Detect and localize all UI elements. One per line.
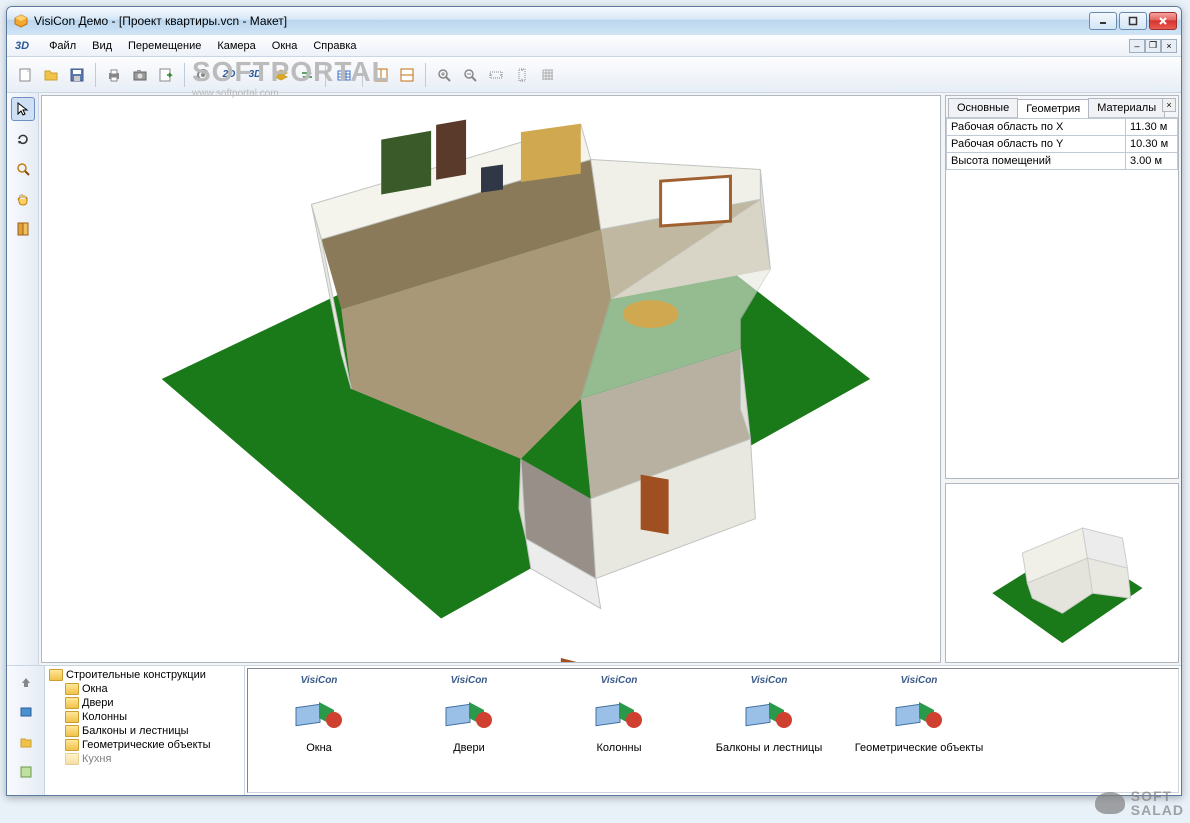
toggle-grid-button[interactable] [536, 63, 560, 87]
close-button[interactable] [1149, 12, 1177, 30]
lib-thumb-icon [587, 690, 651, 738]
folder-icon [49, 669, 63, 681]
titlebar: VisiCon Демо - [Проект квартиры.vcn - Ма… [7, 7, 1181, 35]
tree-item-columns[interactable]: Колонны [47, 710, 242, 724]
window-layout-b-button[interactable] [395, 63, 419, 87]
window-title: VisiCon Демо - [Проект квартиры.vcn - Ма… [34, 14, 1089, 28]
lib-thumb-icon [437, 690, 501, 738]
lib-item-windows[interactable]: VisiCon Окна [254, 675, 384, 786]
library-tree[interactable]: Строительные конструкции Окна Двери Коло… [45, 666, 245, 795]
zoom-in-button[interactable] [432, 63, 456, 87]
tab-geometry[interactable]: Геометрия [1017, 99, 1089, 118]
pan-tool-button[interactable] [11, 187, 35, 211]
lib-thumb-icon [287, 690, 351, 738]
mode-2d-button[interactable]: 2D [217, 63, 241, 87]
lib-view-button[interactable] [14, 700, 38, 724]
folder-icon [65, 725, 79, 737]
settings-button[interactable] [191, 63, 215, 87]
tree-item-doors[interactable]: Двери [47, 696, 242, 710]
swap-view-button[interactable] [295, 63, 319, 87]
lib-thumb-icon [737, 690, 801, 738]
tree-root[interactable]: Строительные конструкции [47, 668, 242, 682]
folder-icon [65, 697, 79, 709]
mode-3d-button[interactable]: 3D [243, 63, 267, 87]
menubar: 3D Файл Вид Перемещение Камера Окна Спра… [7, 35, 1181, 57]
left-toolbar [7, 93, 39, 665]
prop-label: Рабочая область по Y [947, 136, 1126, 153]
window-layout-a-button[interactable] [369, 63, 393, 87]
prop-value[interactable]: 11.30 м [1126, 119, 1178, 136]
new-file-button[interactable] [13, 63, 37, 87]
fit-width-button[interactable] [484, 63, 508, 87]
fit-height-button[interactable] [510, 63, 534, 87]
app-window: VisiCon Демо - [Проект квартиры.vcn - Ма… [6, 6, 1182, 796]
mdi-close-button[interactable]: × [1161, 39, 1177, 53]
menu-camera[interactable]: Камера [209, 37, 263, 55]
scene-render [42, 96, 940, 662]
lib-thumb-icon [887, 690, 951, 738]
select-tool-button[interactable] [11, 97, 35, 121]
folder-icon [65, 683, 79, 695]
layers-button[interactable] [269, 63, 293, 87]
properties-table: Рабочая область по X11.30 м Рабочая обла… [946, 118, 1178, 170]
tree-item-geometric[interactable]: Геометрические объекты [47, 738, 242, 752]
zoom-out-button[interactable] [458, 63, 482, 87]
tab-materials[interactable]: Материалы [1088, 98, 1165, 117]
library-items: VisiCon Окна VisiCon Двери VisiCon Колон… [247, 668, 1179, 793]
preview-render [958, 493, 1167, 653]
walk-tool-button[interactable] [11, 217, 35, 241]
lib-item-geometric[interactable]: VisiCon Геометрические объекты [854, 675, 984, 786]
properties-panel: Основные Геометрия Материалы × Рабочая о… [943, 93, 1181, 665]
lib-add-button[interactable] [14, 760, 38, 784]
maximize-button[interactable] [1119, 12, 1147, 30]
print-button[interactable] [102, 63, 126, 87]
lib-item-balconies[interactable]: VisiCon Балконы и лестницы [704, 675, 834, 786]
menu-view[interactable]: Вид [84, 37, 120, 55]
folder-icon [65, 739, 79, 751]
menu-help[interactable]: Справка [305, 37, 364, 55]
minimize-button[interactable] [1089, 12, 1117, 30]
tree-item-kitchen[interactable]: Кухня [47, 752, 242, 766]
main-toolbar: 2D 3D [7, 57, 1181, 93]
folder-icon [65, 753, 79, 765]
lib-item-columns[interactable]: VisiCon Колонны [554, 675, 684, 786]
zoom-tool-button[interactable] [11, 157, 35, 181]
prop-value[interactable]: 10.30 м [1126, 136, 1178, 153]
app-icon [13, 13, 29, 29]
export-button[interactable] [154, 63, 178, 87]
menu-3d-logo: 3D [11, 38, 33, 54]
rotate-tool-button[interactable] [11, 127, 35, 151]
viewport-3d[interactable] [41, 95, 941, 663]
prop-label: Высота помещений [947, 153, 1126, 170]
prop-label: Рабочая область по X [947, 119, 1126, 136]
lib-item-doors[interactable]: VisiCon Двери [404, 675, 534, 786]
softsalad-logo-icon [1095, 792, 1125, 814]
lib-up-button[interactable] [14, 670, 38, 694]
grid-options-button[interactable] [332, 63, 356, 87]
tab-basic[interactable]: Основные [948, 98, 1018, 117]
open-file-button[interactable] [39, 63, 63, 87]
library-panel: Строительные конструкции Окна Двери Коло… [7, 665, 1181, 795]
tree-item-balconies[interactable]: Балконы и лестницы [47, 724, 242, 738]
folder-icon [65, 711, 79, 723]
mdi-minimize-button[interactable]: – [1129, 39, 1145, 53]
lib-folder-button[interactable] [14, 730, 38, 754]
panel-close-button[interactable]: × [1162, 98, 1176, 112]
watermark-softsalad: SOFT SALAD [1095, 789, 1184, 817]
menu-move[interactable]: Перемещение [120, 37, 209, 55]
menu-file[interactable]: Файл [41, 37, 84, 55]
menu-windows[interactable]: Окна [264, 37, 306, 55]
tree-item-windows[interactable]: Окна [47, 682, 242, 696]
save-button[interactable] [65, 63, 89, 87]
prop-value[interactable]: 3.00 м [1126, 153, 1178, 170]
preview-panel [945, 483, 1179, 663]
mdi-restore-button[interactable]: ❐ [1145, 39, 1161, 53]
camera-snapshot-button[interactable] [128, 63, 152, 87]
